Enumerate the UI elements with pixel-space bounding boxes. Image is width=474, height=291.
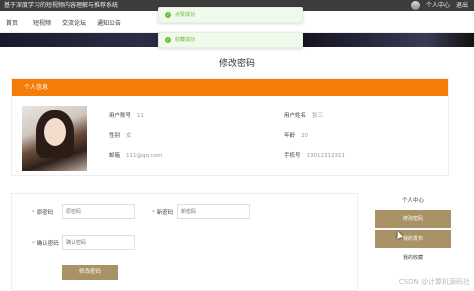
new-password-input[interactable] — [177, 204, 250, 219]
user-center-link[interactable]: 个人中心 — [426, 0, 450, 11]
check-icon: ✓ — [165, 11, 171, 18]
personal-info-header: 个人信息 — [12, 79, 448, 96]
gender-row: 性别女 — [109, 133, 132, 139]
site-title: 基于深度学习的短视频内容理解与推荐系统 — [4, 2, 119, 9]
old-password-input[interactable] — [62, 204, 135, 219]
age-row: 年龄 20 — [284, 133, 309, 139]
old-password-label: * 原密码 — [32, 210, 54, 216]
avatar[interactable] — [410, 1, 420, 10]
email-row: 邮箱 111@qq.com — [109, 153, 163, 159]
nav-item-home[interactable]: 首页 — [6, 18, 18, 27]
toast-like-success: ✓ 点赞成功 — [158, 7, 303, 23]
toast-favorite-success: ✓ 收藏成功 — [158, 32, 303, 48]
personal-info-card: 个人信息 用户账号 11 用户姓名 张三 性别女 年龄 20 邮箱 111@qq.com… — [11, 78, 449, 176]
sidebar-title: 个人中心 — [401, 198, 424, 204]
change-password-form: *原密码 *新密码 *确认密码 修改密码 — [11, 193, 358, 291]
toast-text: 收藏成功 — [175, 37, 196, 43]
sidebar-item-change-password[interactable]: 修改密码 — [375, 210, 451, 228]
page-title: 修改密码 — [218, 59, 255, 69]
submit-change-password-button[interactable]: 修改密码 — [62, 265, 118, 280]
confirm-password-input[interactable] — [62, 235, 135, 250]
nav-item-forum[interactable]: 交流论坛 — [62, 18, 86, 27]
new-password-label: * 新密码 — [152, 210, 174, 216]
top-bar-user-menu: 个人中心 退出 — [410, 0, 468, 11]
account-row: 用户账号 11 — [109, 113, 145, 119]
confirm-password-label: * 确认密码 — [32, 241, 59, 247]
phone-row: 手机号 13012312311 — [284, 153, 346, 159]
logout-link[interactable]: 退出 — [456, 0, 468, 11]
name-row: 用户姓名 张三 — [284, 113, 324, 119]
sidebar-item-my-posts[interactable]: 我的发布 — [375, 230, 451, 248]
watermark: CSDN @计算机源码社 — [398, 278, 470, 286]
check-icon: ✓ — [165, 36, 171, 43]
user-photo — [22, 106, 87, 171]
user-center-sidebar: 个人中心 修改密码 我的发布 我的收藏 — [375, 196, 451, 266]
toast-text: 点赞成功 — [175, 12, 196, 18]
nav-item-notices[interactable]: 通知公告 — [97, 18, 121, 27]
nav-item-videos[interactable]: 短视频 — [33, 18, 51, 27]
sidebar-item-my-favorites[interactable]: 我的收藏 — [375, 250, 451, 266]
